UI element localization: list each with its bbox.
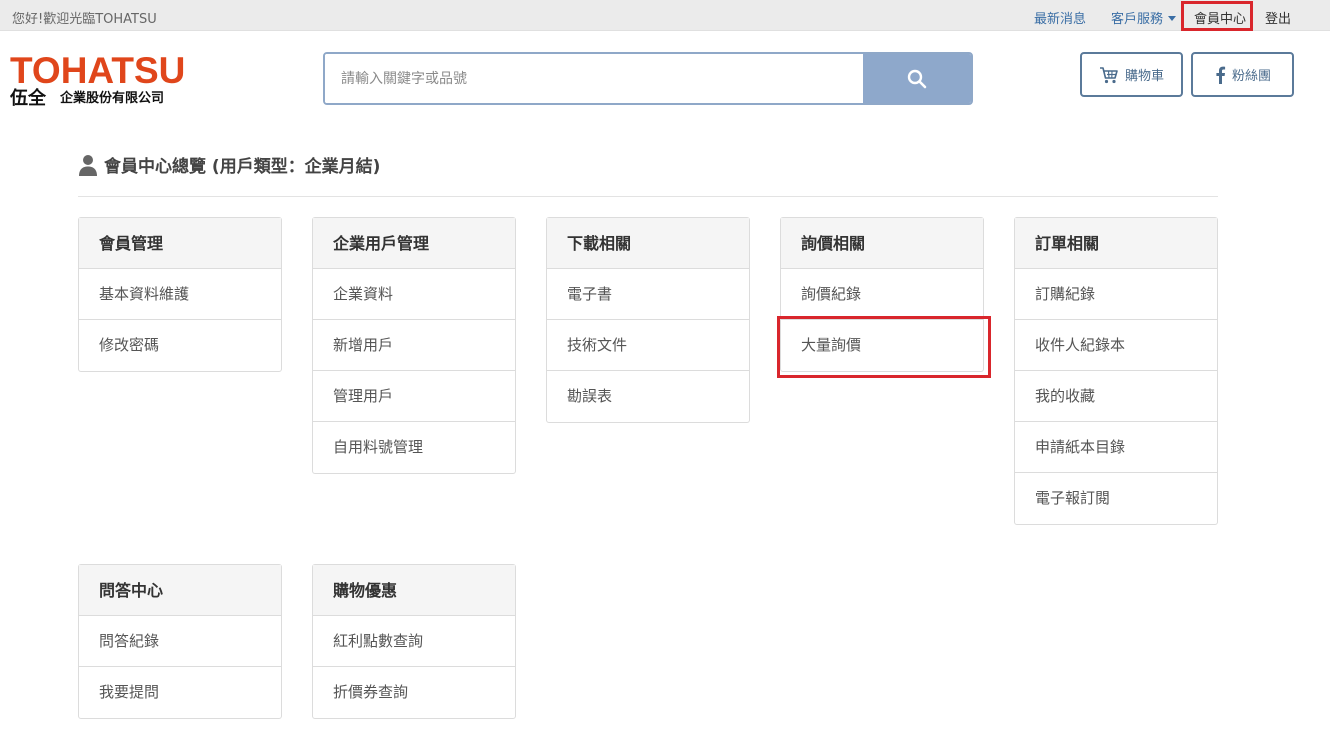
panel-shopping-offers: 購物優惠 紅利點數查詢 折價券查詢 xyxy=(312,564,516,719)
page-title-text: 會員中心總覽 (用戶類型：企業月結) xyxy=(104,157,381,177)
caret-down-icon xyxy=(1168,16,1176,21)
menu-item-add-user[interactable]: 新增用戶 xyxy=(313,320,515,371)
menu-item-qa-records[interactable]: 問答紀錄 xyxy=(79,616,281,667)
greeting-text: 您好!歡迎光臨TOHATSU xyxy=(12,12,157,27)
top-bar: 您好!歡迎光臨TOHATSU 最新消息 客戶服務 會員中心 登出 xyxy=(0,0,1330,31)
panel-title: 企業用戶管理 xyxy=(313,218,515,269)
menu-item-bonus-points[interactable]: 紅利點數查詢 xyxy=(313,616,515,667)
page-title: 會員中心總覽 (用戶類型：企業月結) xyxy=(78,152,380,177)
panel-member-management: 會員管理 基本資料維護 修改密碼 xyxy=(78,217,282,372)
title-divider xyxy=(78,196,1218,197)
menu-item-paper-catalog[interactable]: 申請紙本目錄 xyxy=(1015,422,1217,473)
menu-item-recipient-book[interactable]: 收件人紀錄本 xyxy=(1015,320,1217,371)
panel-qa-center: 問答中心 問答紀錄 我要提問 xyxy=(78,564,282,719)
menu-item-order-records[interactable]: 訂購紀錄 xyxy=(1015,269,1217,320)
cart-button-label: 購物車 xyxy=(1124,69,1164,84)
menu-item-ask-question[interactable]: 我要提問 xyxy=(79,667,281,718)
menu-item-change-password[interactable]: 修改密碼 xyxy=(79,320,281,371)
search-icon xyxy=(907,69,927,88)
shopping-cart-icon xyxy=(1099,66,1118,83)
search-button[interactable] xyxy=(863,54,971,103)
member-center-highlight xyxy=(1181,1,1253,31)
site-logo[interactable]: TOHATSU 伍全 企業股份有限公司 xyxy=(10,52,205,110)
logo-brand-text: TOHATSU xyxy=(10,50,186,91)
nav-service-dropdown[interactable]: 客戶服務 xyxy=(1111,8,1176,27)
user-icon xyxy=(79,154,97,176)
menu-item-enterprise-info[interactable]: 企業資料 xyxy=(313,269,515,320)
panel-title: 問答中心 xyxy=(79,565,281,616)
nav-logout-link[interactable]: 登出 xyxy=(1265,8,1291,27)
panel-title: 購物優惠 xyxy=(313,565,515,616)
bulk-inquiry-highlight xyxy=(777,316,991,378)
facebook-icon xyxy=(1216,66,1226,84)
panel-enterprise-user-management: 企業用戶管理 企業資料 新增用戶 管理用戶 自用料號管理 xyxy=(312,217,516,474)
menu-item-own-part-numbers[interactable]: 自用料號管理 xyxy=(313,422,515,473)
fans-button-label: 粉絲團 xyxy=(1231,69,1271,84)
menu-item-inquiry-records[interactable]: 詢價紀錄 xyxy=(781,269,983,320)
menu-item-manage-users[interactable]: 管理用戶 xyxy=(313,371,515,422)
panel-downloads: 下載相關 電子書 技術文件 勘誤表 xyxy=(546,217,750,423)
facebook-fans-button[interactable]: 粉絲團 xyxy=(1191,52,1294,97)
panel-title: 下載相關 xyxy=(547,218,749,269)
panel-orders: 訂單相關 訂購紀錄 收件人紀錄本 我的收藏 申請紙本目錄 電子報訂閱 xyxy=(1014,217,1218,525)
cart-button[interactable]: 購物車 xyxy=(1080,52,1183,97)
menu-item-newsletter[interactable]: 電子報訂閱 xyxy=(1015,473,1217,524)
panel-title: 詢價相關 xyxy=(781,218,983,269)
panel-title: 會員管理 xyxy=(79,218,281,269)
menu-item-tech-docs[interactable]: 技術文件 xyxy=(547,320,749,371)
nav-news-link[interactable]: 最新消息 xyxy=(1034,8,1086,27)
menu-item-coupons[interactable]: 折價券查詢 xyxy=(313,667,515,718)
search-bar xyxy=(323,52,973,105)
logo-chinese-small: 企業股份有限公司 xyxy=(60,91,165,106)
search-input[interactable] xyxy=(325,54,865,103)
logo-chinese-large: 伍全 xyxy=(10,88,46,109)
menu-item-errata[interactable]: 勘誤表 xyxy=(547,371,749,422)
menu-item-basic-info[interactable]: 基本資料維護 xyxy=(79,269,281,320)
nav-service-label: 客戶服務 xyxy=(1110,12,1163,27)
menu-item-ebook[interactable]: 電子書 xyxy=(547,269,749,320)
panel-title: 訂單相關 xyxy=(1015,218,1217,269)
menu-item-favorites[interactable]: 我的收藏 xyxy=(1015,371,1217,422)
